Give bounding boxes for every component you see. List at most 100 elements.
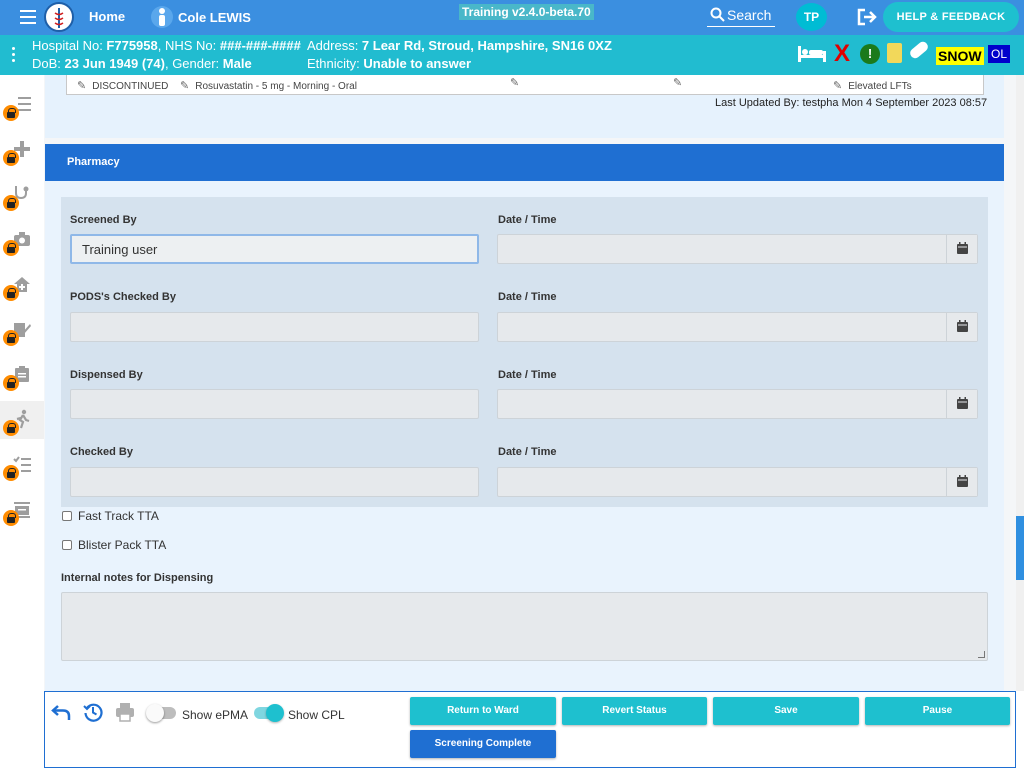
main-content: ✎ DISCONTINUED ✎ Rosuvastatin - 5 mg - Mor… (44, 75, 1016, 691)
screened-by-label: Screened By (70, 214, 137, 226)
calendar-icon (957, 475, 968, 487)
lock-icon (3, 375, 19, 391)
sidebar-item-home-plus[interactable] (0, 266, 44, 304)
calendar-button[interactable] (946, 313, 977, 341)
sidebar-item-discharge[interactable] (0, 401, 44, 439)
app-logo[interactable] (44, 2, 74, 32)
date-time-label: Date / Time (498, 369, 557, 381)
sidebar-item-checklist[interactable] (0, 446, 44, 484)
patient-banner: Hospital No: F775958, NHS No: ###-###-##… (0, 35, 1024, 75)
checked-by-label: Checked By (70, 446, 133, 458)
status-cell[interactable]: ✎ DISCONTINUED (77, 79, 168, 92)
calendar-button[interactable] (946, 468, 977, 496)
fast-track-tta-label: Fast Track TTA (78, 509, 159, 523)
table-row[interactable]: ✎ DISCONTINUED ✎ Rosuvastatin - 5 mg - Mor… (66, 75, 984, 95)
person-icon (151, 5, 173, 29)
pods-checked-by-input[interactable] (70, 312, 479, 342)
bed-icon[interactable] (798, 46, 826, 62)
history-icon[interactable] (83, 702, 103, 722)
blister-pack-tta-label: Blister Pack TTA (78, 538, 167, 552)
hospital-no: F775958 (106, 38, 158, 53)
toggle-knob (146, 704, 164, 722)
top-navigation-bar: Home Cole LEWIS Training v2.4.0-beta.70 … (0, 0, 1024, 35)
show-epma-toggle[interactable] (146, 704, 176, 722)
reason-text: Elevated LFTs (848, 81, 912, 92)
hamburger-menu-icon[interactable] (20, 10, 36, 24)
lock-icon (3, 240, 19, 256)
dispensed-by-input[interactable] (70, 389, 479, 419)
internal-notes-label: Internal notes for Dispensing (61, 572, 214, 584)
calendar-button[interactable] (946, 390, 977, 418)
search-label: Search (727, 7, 772, 23)
return-to-ward-button[interactable]: Return to Ward (410, 697, 556, 725)
print-icon[interactable] (115, 702, 135, 722)
screened-date-time-input[interactable] (497, 234, 978, 264)
undo-icon[interactable] (51, 702, 71, 722)
clipboard-alert-icon[interactable] (887, 43, 902, 63)
search-button[interactable]: Search (707, 4, 775, 27)
address-value: 7 Lear Rd, Stroud, Hampshire, SN16 0XZ (361, 38, 612, 53)
lock-icon (3, 285, 19, 301)
save-button[interactable]: Save (713, 697, 859, 725)
blister-pack-tta-checkbox[interactable]: Blister Pack TTA (62, 538, 166, 552)
help-feedback-button[interactable]: HELP & FEEDBACK (883, 2, 1019, 32)
more-options-icon[interactable] (12, 47, 16, 65)
edit-cell[interactable]: ✎ (673, 76, 688, 89)
user-avatar[interactable]: TP (796, 3, 827, 31)
scrollbar-thumb[interactable] (1016, 516, 1024, 580)
reason-cell[interactable]: ✎ Elevated LFTs (833, 79, 912, 92)
screening-complete-button[interactable]: Screening Complete (410, 730, 556, 758)
sidebar-item-register[interactable] (0, 491, 44, 529)
checked-by-input[interactable] (70, 467, 479, 497)
show-epma-label: Show ePMA (182, 708, 249, 722)
sidebar-item-list[interactable] (0, 86, 44, 124)
sidebar-item-clipboard[interactable] (0, 356, 44, 394)
lock-icon (3, 195, 19, 211)
pause-button[interactable]: Pause (865, 697, 1010, 725)
status-text: DISCONTINUED (92, 81, 169, 92)
patient-ethnicity: Ethnicity: Unable to answer (307, 56, 471, 71)
revert-status-button[interactable]: Revert Status (562, 697, 707, 725)
lock-icon (3, 150, 19, 166)
checkbox-box[interactable] (62, 540, 72, 550)
ethnicity-value: Unable to answer (363, 56, 471, 71)
medication-icon[interactable] (908, 39, 930, 61)
calendar-icon (957, 397, 968, 409)
pharmacy-card: Pharmacy Screened By Date / Time PODS's … (45, 144, 1004, 691)
patient-name[interactable]: Cole LEWIS (178, 10, 251, 25)
logout-icon[interactable] (856, 7, 878, 27)
ol-badge[interactable]: OL (988, 45, 1011, 63)
pods-date-time-input[interactable] (497, 312, 978, 342)
edit-cell[interactable]: ✎ (510, 76, 525, 89)
warning-alert-icon[interactable]: ! (860, 44, 880, 64)
search-icon (710, 7, 725, 22)
sidebar-item-stethoscope[interactable] (0, 176, 44, 214)
checked-date-time-input[interactable] (497, 467, 978, 497)
drug-cell[interactable]: ✎ Rosuvastatin - 5 mg - Morning - Oral (180, 79, 357, 92)
internal-notes-textarea[interactable] (61, 592, 988, 661)
sidebar-item-prescription[interactable] (0, 311, 44, 349)
scrollbar-track[interactable] (1016, 75, 1024, 691)
resize-grip-icon[interactable] (978, 651, 985, 658)
snow-badge[interactable]: SNOW (936, 47, 984, 65)
patient-address: Address: 7 Lear Rd, Stroud, Hampshire, S… (307, 38, 612, 53)
patient-identifiers: Hospital No: F775958, NHS No: ###-###-##… (32, 38, 301, 53)
screened-by-input[interactable] (70, 234, 479, 264)
sidebar-item-camera[interactable] (0, 221, 44, 259)
home-link[interactable]: Home (89, 9, 125, 24)
calendar-button[interactable] (946, 235, 977, 263)
pharmacy-header: Pharmacy (45, 144, 1004, 181)
allergy-alert-icon[interactable]: X (834, 42, 850, 66)
show-cpl-toggle[interactable] (254, 704, 284, 722)
address-label: Address: (307, 38, 362, 53)
date-time-label: Date / Time (498, 446, 557, 458)
edit-pencil-icon: ✎ (180, 80, 190, 92)
sidebar-item-add[interactable] (0, 131, 44, 169)
nhs-no-label: , NHS No: (157, 38, 220, 53)
lock-icon (3, 420, 19, 436)
fast-track-tta-checkbox[interactable]: Fast Track TTA (62, 509, 159, 523)
dispensed-date-time-input[interactable] (497, 389, 978, 419)
left-sidebar (0, 75, 44, 768)
checkbox-box[interactable] (62, 511, 72, 521)
dob-label: DoB: (32, 56, 65, 71)
